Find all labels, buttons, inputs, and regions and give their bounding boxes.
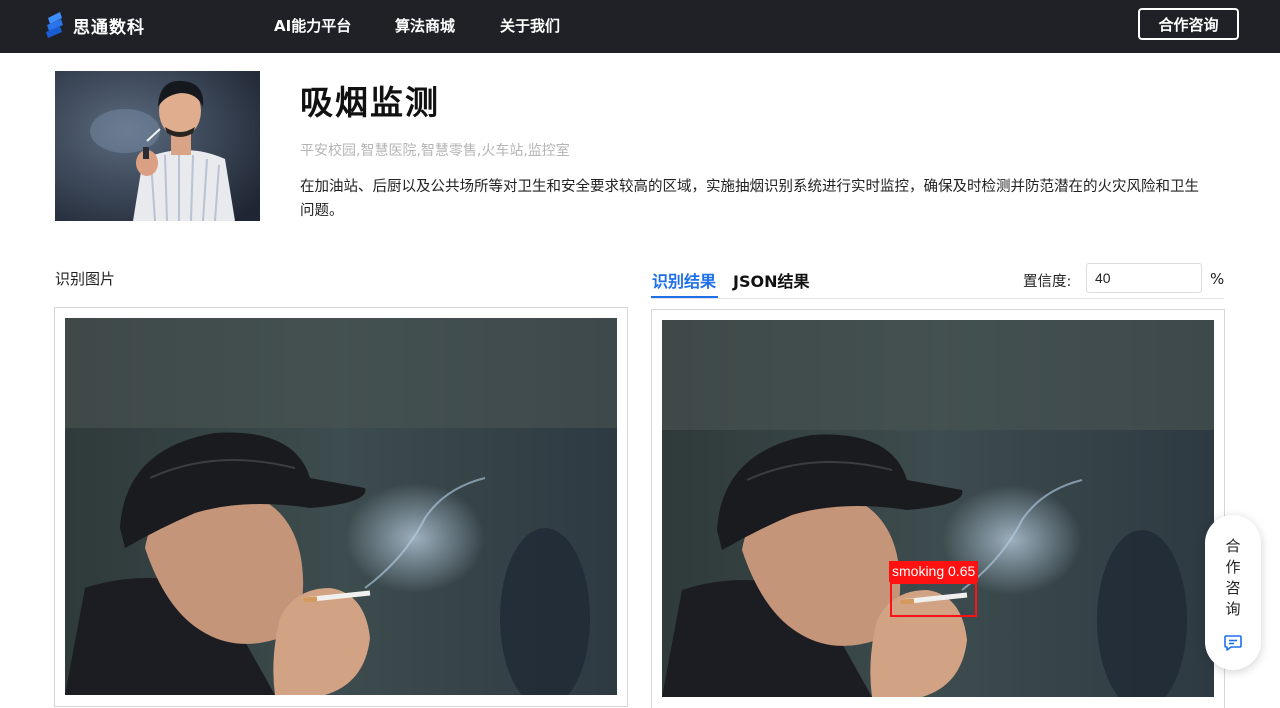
input-image-label: 识别图片 [55,270,116,288]
consult-char: 咨 [1225,579,1241,597]
tab-json-result[interactable]: JSON结果 [733,268,809,292]
product-description: 在加油站、后厨以及公共场所等对卫生和安全要求较高的区域，实施抽烟识别系统进行实时… [300,179,1199,219]
confidence-unit: % [1210,270,1225,288]
brand-name: 思通数科 [73,17,145,38]
brand-logo[interactable]: 思通数科 [44,9,145,41]
nav-item-about-us[interactable]: 关于我们 [500,15,560,36]
confidence-input[interactable] [1086,263,1202,293]
chat-icon [1224,635,1242,651]
nav-item-ai-platform[interactable]: AI能力平台 [274,15,351,36]
contact-button[interactable]: 合作咨询 [1138,8,1239,40]
confidence-label: 置信度: [1023,274,1072,290]
page-title: 吸烟监测 [300,83,440,122]
nav-item-algorithm-store[interactable]: 算法商城 [395,15,455,36]
product-thumbnail [55,71,260,221]
brand-logo-icon [46,12,63,38]
input-image [65,318,617,695]
floating-consult-button[interactable]: 合 作 咨 询 [1205,515,1261,670]
top-navbar: 思通数科 AI能力平台 算法商城 关于我们 合作咨询 [0,0,1280,53]
scenario-tags: 平安校园,智慧医院,智慧零售,火车站,监控室 [300,143,570,159]
detection-box [890,582,977,617]
consult-char: 作 [1225,558,1241,576]
result-image [662,320,1214,697]
detection-label: smoking 0.65 [889,561,979,582]
consult-char: 询 [1225,600,1241,618]
floating-consult-label: 合 作 咨 询 [1205,536,1261,620]
tab-divider [651,298,1224,299]
tab-recognition-result[interactable]: 识别结果 [652,268,716,292]
consult-char: 合 [1225,537,1241,555]
